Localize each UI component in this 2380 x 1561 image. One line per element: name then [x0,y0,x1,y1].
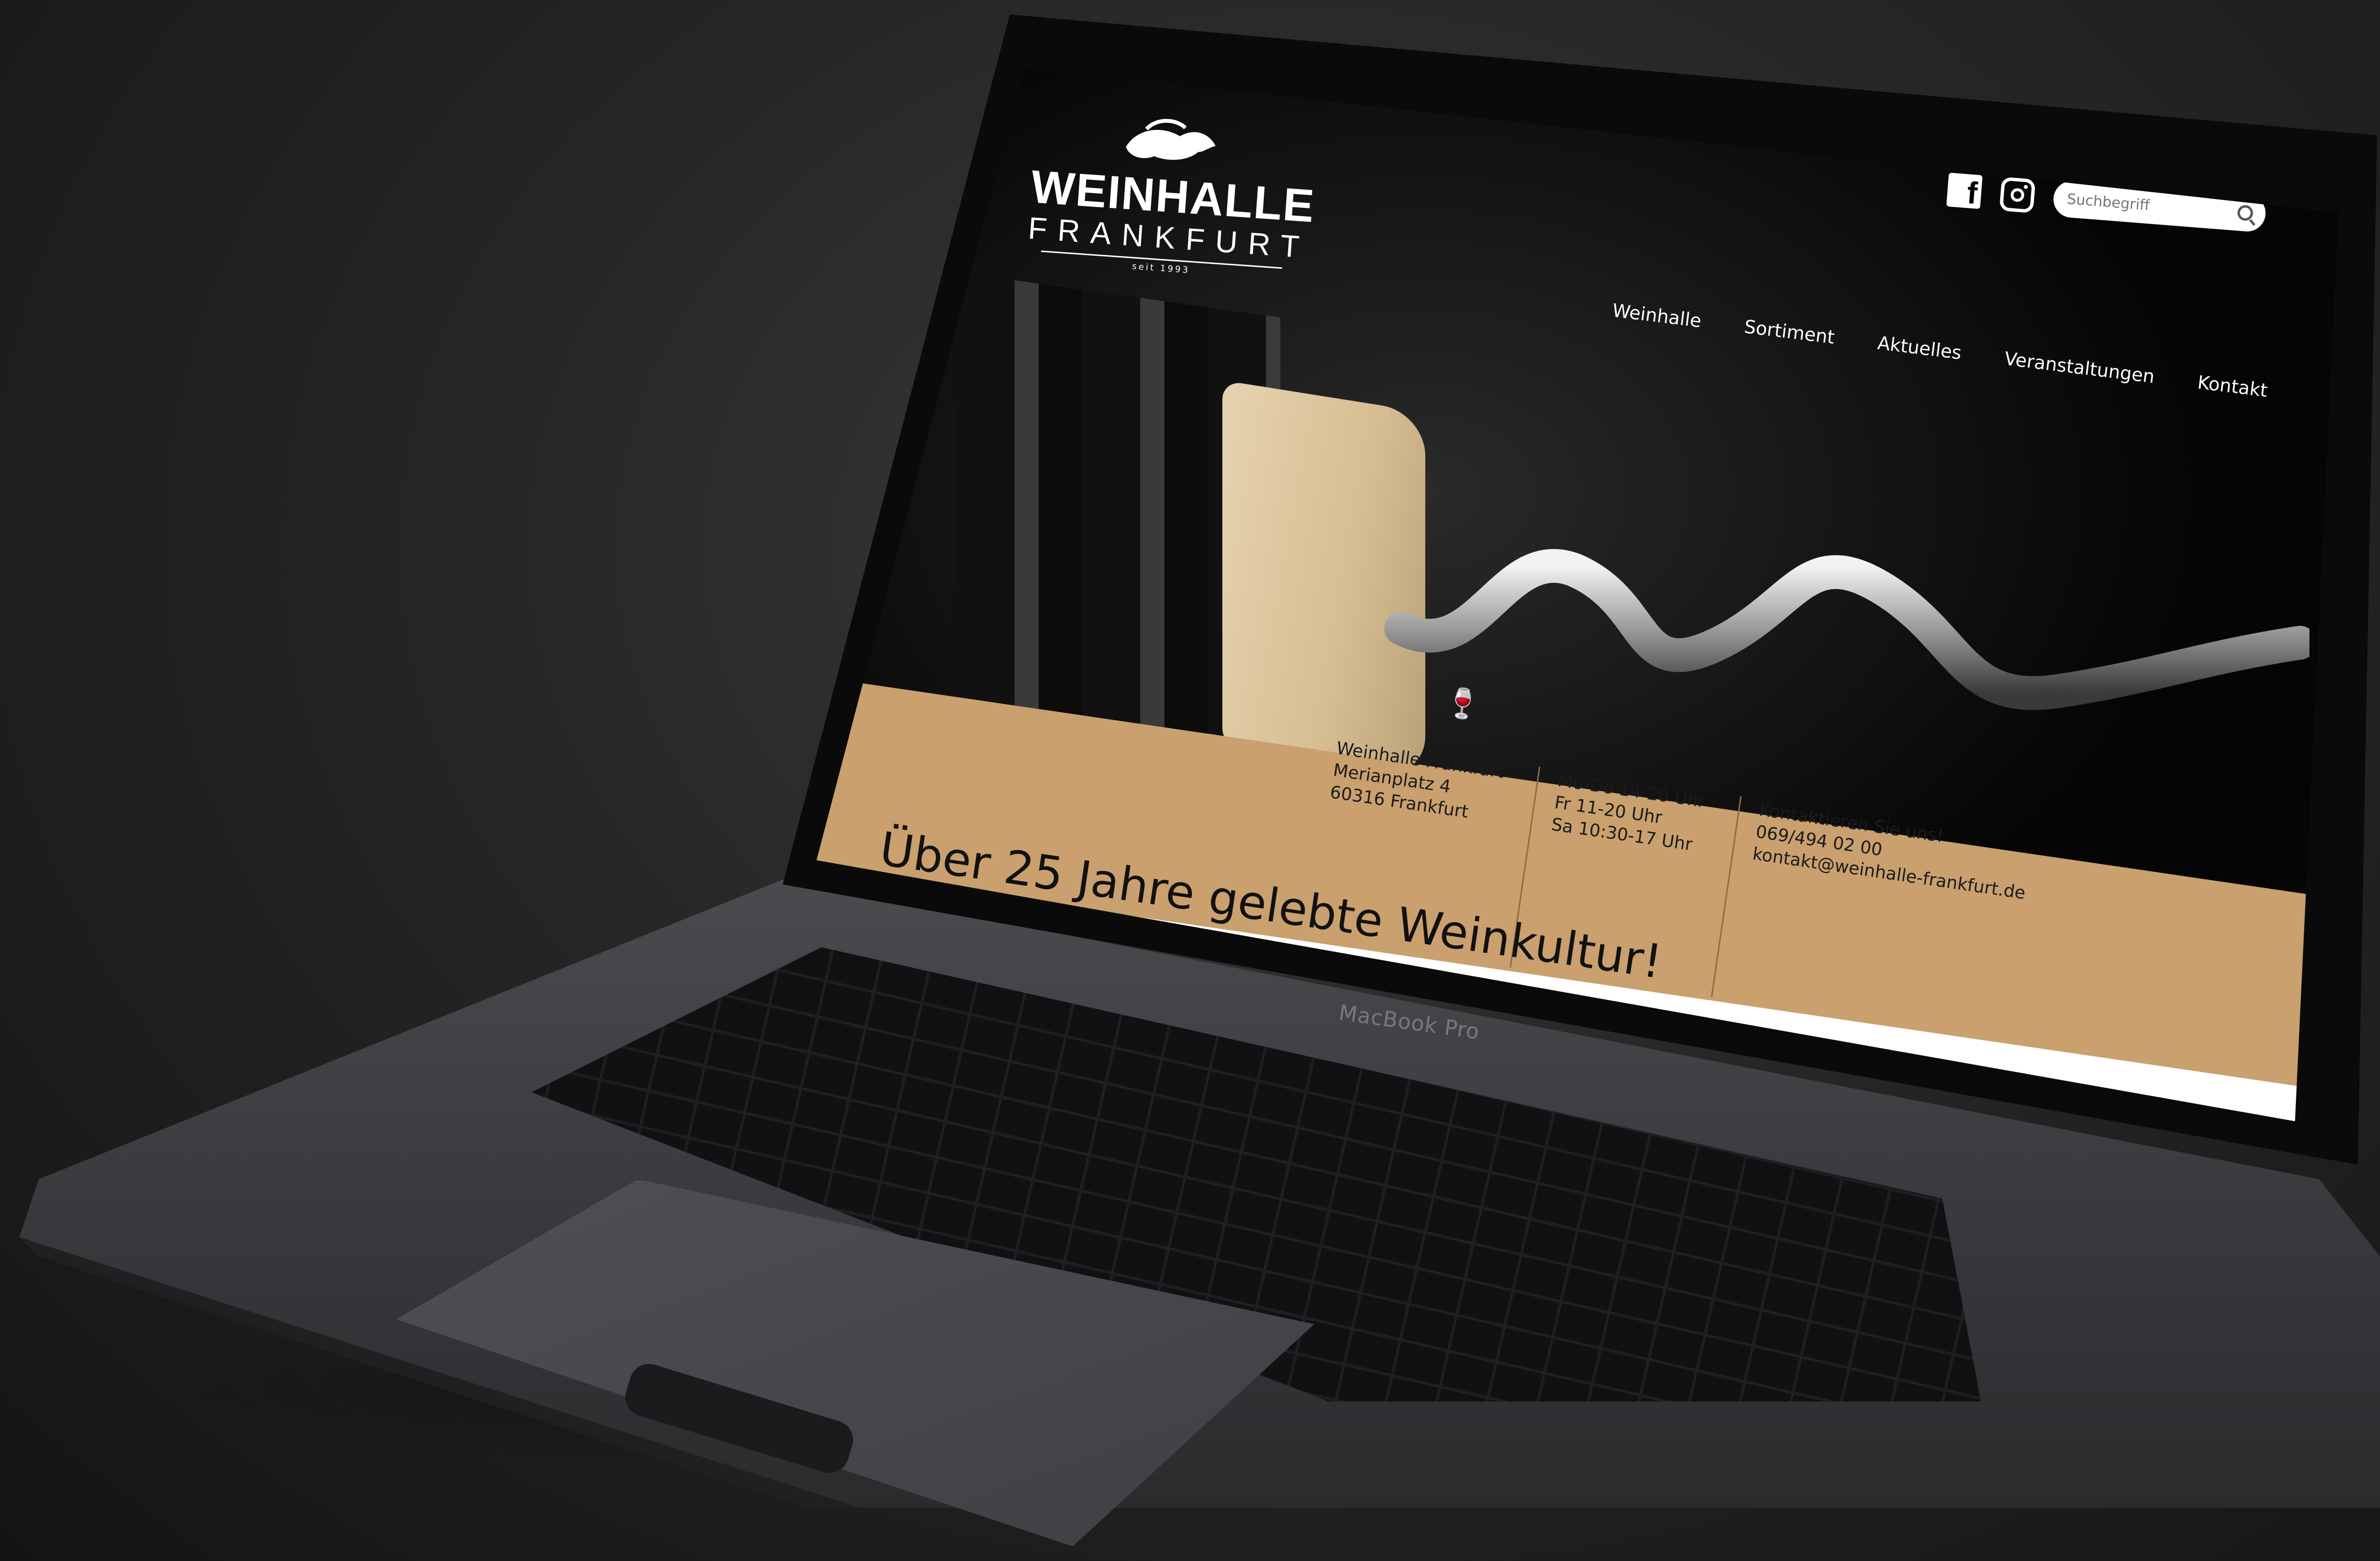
search-icon[interactable] [2237,204,2254,221]
wine-glasses-icon: 🍷 [1443,685,1483,723]
instagram-icon[interactable] [1999,176,2036,214]
site-logo[interactable]: WEINHALLE FRANKFURT seit 1993 [1022,107,1317,333]
hero-corkscrew [1384,549,2309,710]
facebook-icon[interactable]: f [1946,173,1983,211]
horse-logo-icon [1126,119,1216,160]
